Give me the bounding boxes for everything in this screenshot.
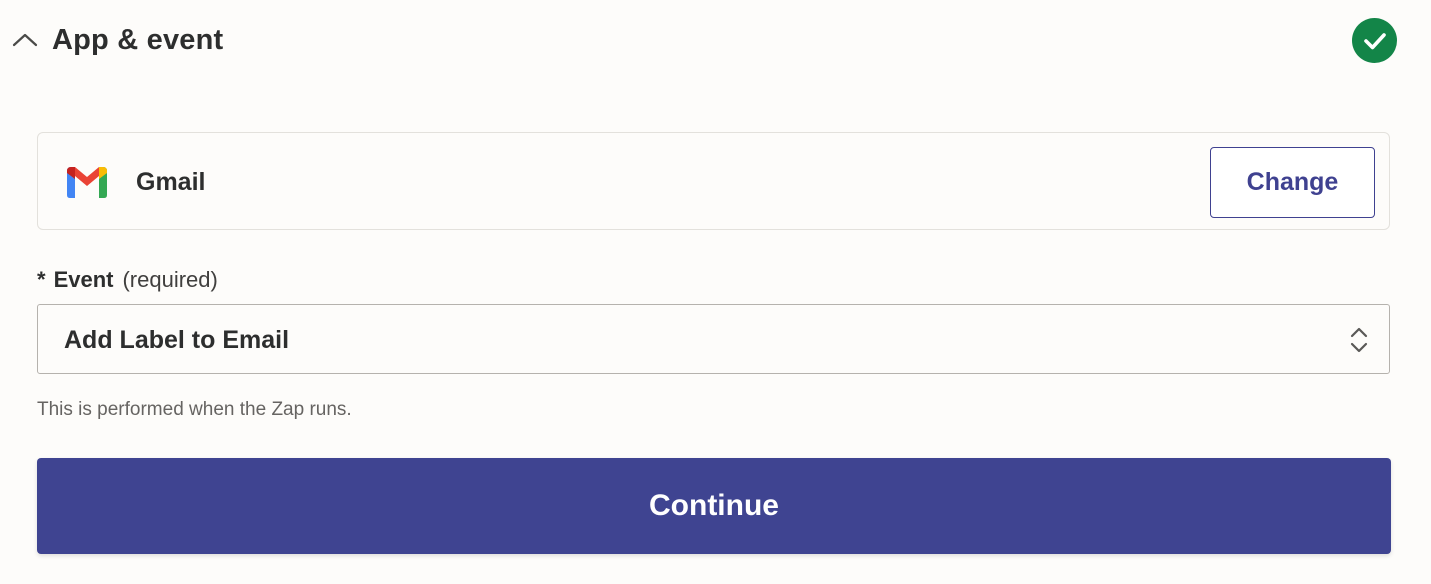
section-title: App & event — [52, 24, 224, 56]
select-arrows-icon — [1348, 325, 1370, 355]
change-app-button[interactable]: Change — [1210, 147, 1375, 218]
app-card: Gmail Change — [37, 132, 1390, 230]
app-name: Gmail — [136, 168, 206, 196]
event-select[interactable]: Add Label to Email — [37, 304, 1390, 374]
event-helper-text: This is performed when the Zap runs. — [37, 399, 352, 420]
required-marker: * — [37, 267, 46, 292]
check-circle-icon — [1352, 18, 1397, 63]
continue-button[interactable]: Continue — [37, 458, 1391, 554]
event-field-label: * Event (required) — [37, 266, 218, 294]
section-header[interactable]: App & event — [0, 0, 1431, 82]
required-hint: (required) — [122, 267, 218, 292]
chevron-up-icon[interactable] — [12, 30, 38, 50]
gmail-logo-icon — [64, 165, 110, 199]
event-select-value: Add Label to Email — [64, 326, 290, 354]
event-label: Event — [53, 267, 114, 292]
